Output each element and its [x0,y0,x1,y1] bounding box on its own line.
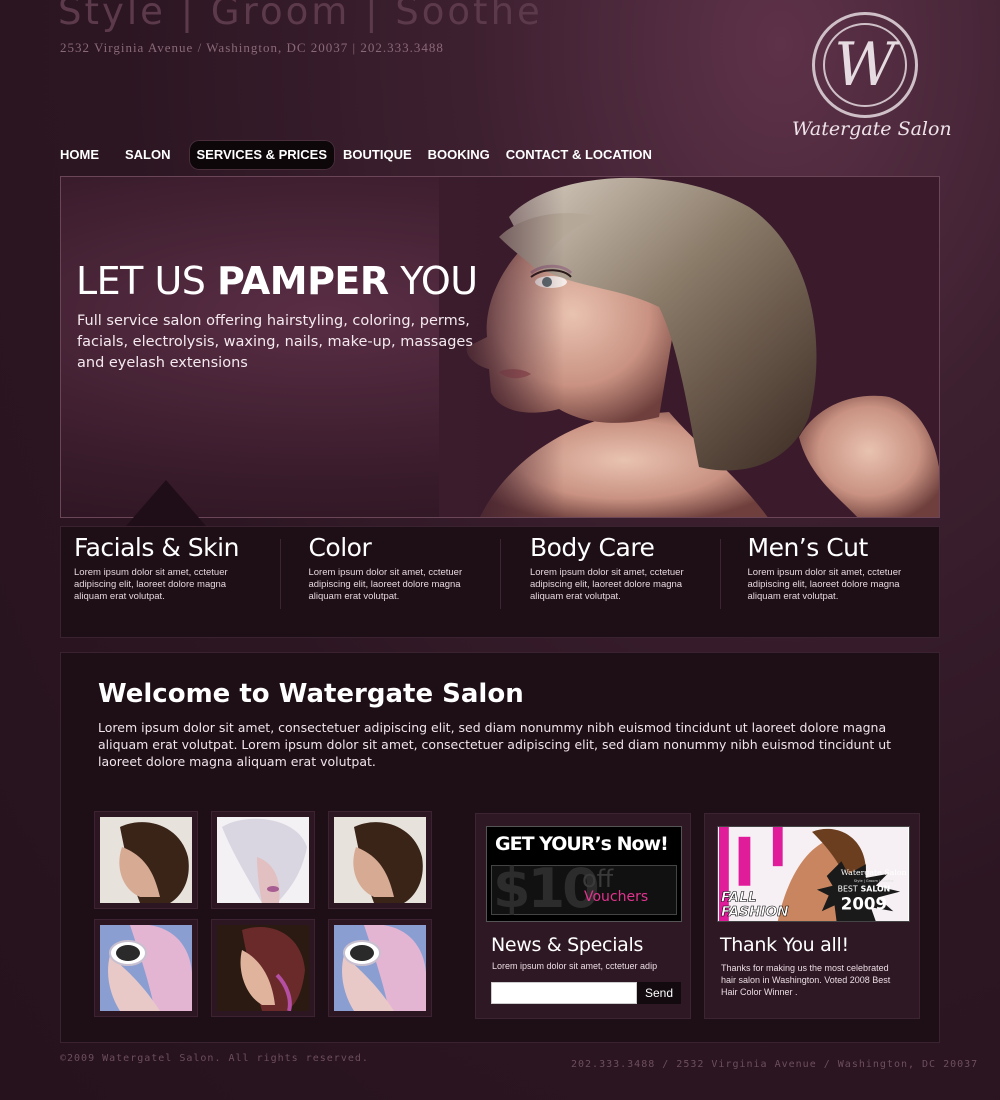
service-description: Lorem ipsum dolor sit amet, cctetuer adi… [747,567,902,602]
send-button[interactable]: Send [637,982,681,1004]
newsletter-email-input[interactable] [491,982,637,1004]
site-logo[interactable]: W Watergate Salon [792,10,952,150]
hero-model-photo [439,177,939,517]
gallery-thumb[interactable] [328,811,432,909]
hero-description: Full service salon offering hairstyling,… [77,313,473,371]
ad-fashion: FASHION [721,904,789,920]
gallery-thumb[interactable] [328,919,432,1017]
service-title: Body Care [529,533,655,562]
news-title: News & Specials [491,934,644,956]
nav-home[interactable]: HOME [52,140,107,170]
gallery-photo [100,924,193,1011]
gallery-photo [334,924,427,1011]
services-band: Facials & Skin Lorem ipsum dolor sit ame… [60,526,940,638]
service-title: Color [308,533,372,562]
hero-banner: LET US PAMPER YOU Full service salon off… [60,176,940,518]
hero-pointer [126,480,206,526]
thank-you-card: Watergate Salon Style | Groom | Soothe B… [704,813,920,1019]
footer-contact: 202.333.3488 / 2532 Virginia Avenue / Wa… [571,1059,979,1070]
nav-boutique[interactable]: BOUTIQUE [335,140,420,170]
promo-headline: GET YOUR’s Now! [495,833,669,855]
service-description: Lorem ipsum dolor sit amet, cctetuer adi… [74,567,228,602]
gallery-thumb[interactable] [211,811,315,909]
gallery-photo [334,817,426,903]
promo-vouchers: Vouchers [584,889,649,905]
nav-salon[interactable]: SALON [117,140,179,170]
service-body-care[interactable]: Body Care Lorem ipsum dolor sit amet, cc… [499,527,720,637]
main-nav: HOME SALON SERVICES & PRICES BOUTIQUE BO… [52,140,660,170]
news-specials-card: GET YOUR’s Now! $10 off Vouchers News & … [475,813,691,1019]
footer-copyright: ©2009 Watergatel Salon. All rights reser… [60,1053,369,1064]
ad-fall: FALL [721,889,757,905]
photo-gallery [94,811,434,1017]
nav-booking[interactable]: BOOKING [420,140,498,170]
service-title: Facials & Skin [74,533,239,562]
voucher-promo[interactable]: GET YOUR’s Now! $10 off Vouchers [486,826,682,922]
service-description: Lorem ipsum dolor sit amet, cctetuer adi… [529,567,684,602]
ad-year: 2009 [841,894,887,913]
gallery-photo [100,817,192,903]
news-text: Lorem ipsum dolor sit amet, cctetuer adi… [492,961,658,971]
gallery-photo [217,817,309,903]
nav-services-prices[interactable]: SERVICES & PRICES [188,140,336,170]
thanks-text: Thanks for making us the most celebrated… [721,963,891,997]
service-description: Lorem ipsum dolor sit amet, cctetuer adi… [308,567,463,602]
header-address: 2532 Virginia Avenue / Washington, DC 20… [60,40,444,55]
gallery-thumb[interactable] [94,919,198,1017]
gallery-thumb[interactable] [94,811,198,909]
service-mens-cut[interactable]: Men’s Cut Lorem ipsum dolor sit amet, cc… [719,527,940,637]
logo-name: Watergate Salon [792,118,952,140]
thanks-title: Thank You all! [720,934,849,956]
service-facials-skin[interactable]: Facials & Skin Lorem ipsum dolor sit ame… [61,527,280,637]
logo-monogram: W [834,30,896,100]
service-title: Men’s Cut [747,533,869,562]
ad-brand-sub: Style | Groom | Soothe [854,879,894,883]
main-content: Welcome to Watergate Salon Lorem ipsum d… [60,652,940,1043]
site-tagline: Style | Groom | Soothe [58,0,543,33]
gallery-thumb[interactable] [211,919,315,1017]
logo-emblem: W [812,12,918,118]
welcome-title: Welcome to Watergate Salon [98,679,524,709]
service-color[interactable]: Color Lorem ipsum dolor sit amet, cctetu… [280,527,500,637]
ad-brand: Watergate Salon [841,868,907,877]
welcome-text: Lorem ipsum dolor sit amet, consectetuer… [98,720,892,769]
fall-fashion-ad[interactable]: Watergate Salon Style | Groom | Soothe B… [717,826,910,922]
ad-award: BEST SALON [838,885,891,894]
nav-contact-location[interactable]: CONTACT & LOCATION [498,140,660,170]
hero-title: LET US PAMPER YOU [76,259,478,303]
gallery-photo [217,925,309,1012]
